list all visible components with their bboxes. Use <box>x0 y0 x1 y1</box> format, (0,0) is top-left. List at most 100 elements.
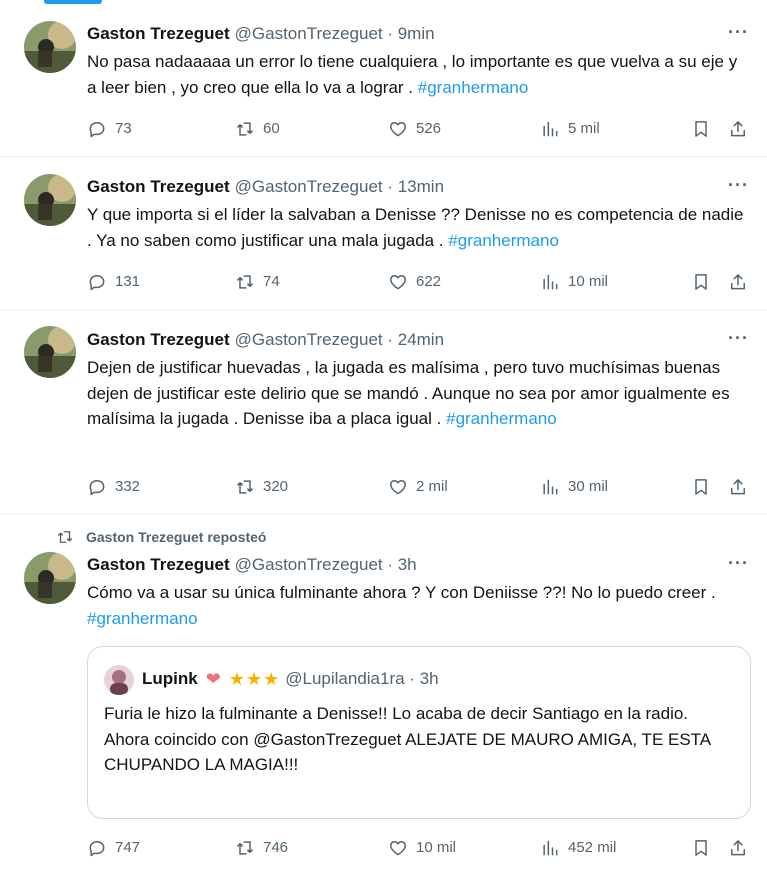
repost-count: 74 <box>263 273 280 290</box>
views-button[interactable]: 30 mil <box>540 475 608 499</box>
author-name[interactable]: Gaston Trezeguet <box>87 177 230 197</box>
tweet-body: Y que importa si el líder la salvaban a … <box>87 205 744 250</box>
repost-count: 746 <box>263 839 289 856</box>
like-button[interactable]: 526 <box>388 117 441 141</box>
reply-icon <box>89 275 105 291</box>
repost-icon <box>237 480 253 494</box>
quoted-handle-time[interactable]: @Lupilandia1ra · 3h <box>285 669 438 689</box>
like-icon <box>390 275 406 290</box>
like-button[interactable]: 2 mil <box>388 475 448 499</box>
tweet[interactable]: Gaston Trezeguet reposteó Gaston Trezegu… <box>0 515 767 876</box>
like-count: 622 <box>416 273 442 290</box>
views-count: 10 mil <box>568 273 609 290</box>
author-handle-time[interactable]: @GastonTrezeguet · 13min <box>235 177 444 197</box>
reply-count: 747 <box>115 839 141 856</box>
author-handle-time[interactable]: @GastonTrezeguet · 9min <box>235 24 435 44</box>
like-count: 10 mil <box>416 839 457 856</box>
views-icon <box>543 121 558 137</box>
reply-button[interactable]: 747 <box>87 836 140 860</box>
avatar[interactable] <box>24 552 76 604</box>
share-icon <box>731 840 745 856</box>
tweet[interactable]: Gaston Trezeguet @GastonTrezeguet · 9min… <box>0 0 767 157</box>
repost-icon <box>57 531 73 543</box>
share-button[interactable] <box>728 117 756 141</box>
views-count: 452 mil <box>568 839 617 856</box>
views-icon <box>543 840 558 856</box>
tweet[interactable]: Gaston Trezeguet @GastonTrezeguet · 13mi… <box>0 157 767 310</box>
bookmark-button[interactable] <box>691 475 719 499</box>
repost-icon <box>237 122 253 136</box>
like-button[interactable]: 622 <box>388 270 441 294</box>
reply-count: 131 <box>115 273 141 290</box>
repost-count: 60 <box>263 120 280 137</box>
reply-count: 332 <box>115 478 141 495</box>
reply-icon <box>89 480 105 496</box>
repost-button[interactable]: 746 <box>235 836 288 860</box>
views-button[interactable]: 5 mil <box>540 117 600 141</box>
quoted-header: Lupink ❤ ★★★ @Lupilandia1ra · 3h <box>142 667 439 691</box>
bookmark-button[interactable] <box>691 117 719 141</box>
avatar[interactable] <box>24 174 76 226</box>
more-options-icon[interactable]: ··· <box>728 22 749 43</box>
reply-button[interactable]: 73 <box>87 117 132 141</box>
bookmark-icon <box>695 840 707 856</box>
avatar[interactable] <box>24 21 76 73</box>
quoted-author-name[interactable]: Lupink <box>142 669 198 689</box>
more-options-icon[interactable]: ··· <box>728 328 749 349</box>
share-icon <box>731 479 745 495</box>
tweet-body: Cómo va a usar su única fulminante ahora… <box>87 583 716 602</box>
quoted-text: Furia le hizo la fulminante a Denisse!! … <box>104 701 736 778</box>
like-count: 2 mil <box>416 478 448 495</box>
repost-indicator[interactable]: Gaston Trezeguet reposteó <box>56 527 266 547</box>
share-button[interactable] <box>728 836 756 860</box>
reply-icon <box>89 841 105 857</box>
quoted-avatar[interactable] <box>104 665 134 695</box>
tweet-text: Y que importa si el líder la salvaban a … <box>87 202 749 253</box>
repost-button[interactable]: 60 <box>235 117 280 141</box>
author-name[interactable]: Gaston Trezeguet <box>87 555 230 575</box>
heart-icon: ❤ <box>205 669 221 689</box>
author-name[interactable]: Gaston Trezeguet <box>87 330 230 350</box>
author-handle-time[interactable]: @GastonTrezeguet · 24min <box>235 330 444 350</box>
bookmark-button[interactable] <box>691 270 719 294</box>
stars-icon: ★★★ <box>228 669 281 689</box>
tweet[interactable]: Gaston Trezeguet @GastonTrezeguet · 24mi… <box>0 310 767 515</box>
hashtag-link[interactable]: #granhermano <box>446 409 557 428</box>
reply-count: 73 <box>115 120 132 137</box>
quoted-tweet[interactable]: Lupink ❤ ★★★ @Lupilandia1ra · 3h Furia l… <box>87 646 751 819</box>
more-options-icon[interactable]: ··· <box>728 175 749 196</box>
author-handle-time[interactable]: @GastonTrezeguet · 3h <box>235 555 417 575</box>
hashtag-link[interactable]: #granhermano <box>448 231 559 250</box>
bookmark-button[interactable] <box>691 836 719 860</box>
tweet-text: Cómo va a usar su única fulminante ahora… <box>87 580 749 631</box>
hashtag-link[interactable]: #granhermano <box>87 609 198 628</box>
like-button[interactable]: 10 mil <box>388 836 456 860</box>
author-name[interactable]: Gaston Trezeguet <box>87 24 230 44</box>
tweet-header: Gaston Trezeguet @GastonTrezeguet · 24mi… <box>87 328 747 352</box>
like-count: 526 <box>416 120 442 137</box>
tweet-text: No pasa nadaaaaa un error lo tiene cualq… <box>87 49 749 100</box>
repost-button[interactable]: 74 <box>235 270 280 294</box>
share-button[interactable] <box>728 475 756 499</box>
views-button[interactable]: 10 mil <box>540 270 608 294</box>
like-icon <box>390 841 406 856</box>
bookmark-icon <box>695 479 707 495</box>
tweet-text: Dejen de justificar huevadas , la jugada… <box>87 355 749 432</box>
quoted-line: Furia le hizo la fulminante a Denisse!! … <box>104 704 689 723</box>
more-options-icon[interactable]: ··· <box>728 553 749 574</box>
repost-count: 320 <box>263 478 289 495</box>
hashtag-link[interactable]: #granhermano <box>418 78 529 97</box>
repost-icon <box>237 275 253 289</box>
tweet-actions: 73 60 526 5 mil <box>87 117 749 141</box>
repost-button[interactable]: 320 <box>235 475 288 499</box>
bookmark-icon <box>695 274 707 290</box>
views-button[interactable]: 452 mil <box>540 836 616 860</box>
avatar[interactable] <box>24 326 76 378</box>
tweet-header: Gaston Trezeguet @GastonTrezeguet · 9min <box>87 22 747 46</box>
like-icon <box>390 480 406 495</box>
views-count: 30 mil <box>568 478 609 495</box>
share-button[interactable] <box>728 270 756 294</box>
reply-button[interactable]: 332 <box>87 475 140 499</box>
repost-label: Gaston Trezeguet reposteó <box>86 529 267 545</box>
reply-button[interactable]: 131 <box>87 270 140 294</box>
